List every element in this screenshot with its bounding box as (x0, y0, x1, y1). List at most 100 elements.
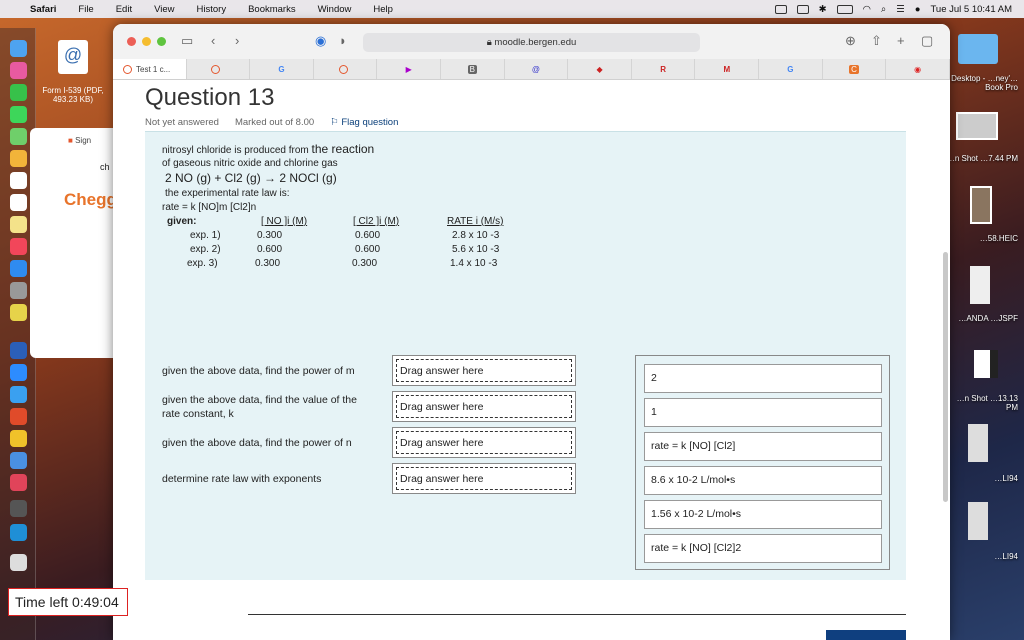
drop-zone-m[interactable]: Drag answer here (392, 355, 576, 386)
share-icon[interactable]: ⇧ (871, 33, 882, 49)
folder-icon[interactable] (958, 34, 998, 64)
tab[interactable]: R (632, 59, 696, 79)
tab[interactable]: C (823, 59, 887, 79)
scrollbar[interactable] (943, 252, 948, 502)
zoom-button[interactable] (157, 37, 166, 46)
status-icon[interactable] (774, 4, 787, 14)
clock[interactable]: Tue Jul 5 10:41 AM (930, 4, 1012, 15)
doc-thumb[interactable] (974, 350, 998, 378)
drop-placeholder: Drag answer here (396, 431, 572, 454)
tab-favicon-icon (211, 64, 221, 74)
flag-question-link[interactable]: ⚐ Flag question (330, 117, 398, 128)
spotlight-icon[interactable]: ⌕ (881, 4, 886, 15)
cl2-value: 0.600 (355, 244, 381, 255)
next-page-button[interactable] (826, 630, 906, 640)
minimize-button[interactable] (142, 37, 151, 46)
m-favicon-icon: M (723, 64, 731, 74)
tab-active[interactable]: Test 1 c... (113, 59, 187, 79)
answer-choice[interactable]: 8.6 x 10-2 L/mol•s (644, 466, 882, 495)
chrome-icon[interactable] (10, 430, 27, 447)
siri-icon[interactable]: ● (915, 4, 921, 15)
control-center-icon[interactable]: ☰ (896, 4, 905, 15)
answer-choice[interactable]: rate = k [NO] [Cl2] (644, 432, 882, 461)
tab[interactable]: G (759, 59, 823, 79)
page-content: Question 13 Not yet answered Marked out … (113, 80, 950, 640)
new-tab-icon[interactable]: + (897, 33, 905, 48)
forward-icon[interactable]: › (235, 33, 239, 48)
messages-icon[interactable] (10, 106, 27, 123)
prompt-m: given the above data, find the power of … (162, 365, 355, 377)
menu-history[interactable]: History (197, 4, 227, 15)
office-icon[interactable] (10, 408, 27, 425)
finder-icon[interactable] (10, 40, 27, 57)
drop-zone-n[interactable]: Drag answer here (392, 427, 576, 458)
settings-icon[interactable] (10, 282, 27, 299)
safari-icon[interactable] (10, 386, 27, 403)
menu-window[interactable]: Window (318, 4, 352, 15)
menu-bookmarks[interactable]: Bookmarks (248, 4, 296, 15)
answer-choice[interactable]: 2 (644, 364, 882, 393)
music-icon[interactable] (10, 238, 27, 255)
menu-help[interactable]: Help (373, 4, 393, 15)
bg-tab-text: ch (100, 162, 110, 172)
photos-icon[interactable] (10, 150, 27, 167)
zoom-icon[interactable] (10, 364, 27, 381)
tab[interactable]: M (695, 59, 760, 79)
exp-label: exp. 3) (187, 258, 218, 269)
facetime-icon[interactable] (10, 84, 27, 101)
tab[interactable]: ◉ (886, 59, 950, 79)
tab[interactable]: B (441, 59, 505, 79)
battery-icon[interactable] (836, 4, 853, 14)
stickies-icon[interactable] (10, 304, 27, 321)
shield-icon[interactable]: ◗ (339, 33, 347, 48)
calendar-icon[interactable] (10, 172, 27, 189)
doc-thumb[interactable] (970, 266, 990, 304)
tab[interactable]: ▶ (377, 59, 442, 79)
drop-zone-rate-law[interactable]: Drag answer here (392, 463, 576, 494)
answer-choice[interactable]: 1 (644, 398, 882, 427)
wifi-icon[interactable]: ◠ (863, 4, 871, 15)
preview-icon[interactable] (10, 524, 27, 541)
maps-icon[interactable] (10, 128, 27, 145)
no-header: [ NO ]i (M) (261, 216, 308, 227)
answer-status: Not yet answered (145, 117, 219, 128)
word-icon[interactable] (10, 342, 27, 359)
photo-thumb[interactable] (970, 186, 992, 224)
bg-tab[interactable]: ■ Sign (68, 136, 91, 145)
download-icon[interactable]: ⊕ (845, 33, 856, 49)
screenshot-thumb[interactable] (956, 112, 998, 140)
doc-thumb[interactable] (968, 424, 988, 462)
desktop-file[interactable]: @ Form I-539 (PDF, 493.23 KB) (38, 40, 108, 104)
tab[interactable]: @ (505, 59, 569, 79)
keynote-icon[interactable] (10, 500, 27, 517)
back-icon[interactable]: ‹ (211, 33, 215, 48)
close-button[interactable] (127, 37, 136, 46)
answer-choice[interactable]: 1.56 x 10-2 L/mol•s (644, 500, 882, 529)
privacy-icon[interactable]: ◉ (315, 33, 326, 49)
menu-file[interactable]: File (78, 4, 93, 15)
keyboard-icon[interactable] (796, 4, 809, 14)
menu-edit[interactable]: Edit (116, 4, 132, 15)
mail-icon[interactable] (10, 452, 27, 469)
tab[interactable]: G (250, 59, 314, 79)
desktop-label: …LI94 (994, 474, 1018, 483)
document-icon[interactable] (10, 554, 27, 571)
address-bar[interactable]: 🔒︎ moodle.bergen.edu (363, 33, 700, 52)
sidebar-icon[interactable]: ▭ (181, 33, 193, 49)
tab-overview-icon[interactable]: ▢ (921, 33, 933, 49)
menu-app-name[interactable]: Safari (30, 4, 56, 15)
bluetooth-icon[interactable]: ✱ (819, 4, 827, 15)
tab[interactable] (187, 59, 251, 79)
appstore-icon[interactable] (10, 260, 27, 277)
drop-zone-k[interactable]: Drag answer here (392, 391, 576, 422)
no-value: 0.300 (257, 230, 283, 241)
reminders-icon[interactable] (10, 194, 27, 211)
answer-choice[interactable]: rate = k [NO] [Cl2]2 (644, 534, 882, 563)
doc-thumb[interactable] (968, 502, 988, 540)
tab[interactable]: ◆ (568, 59, 632, 79)
menu-view[interactable]: View (154, 4, 174, 15)
outlook-icon[interactable] (10, 474, 27, 491)
notes-icon[interactable] (10, 216, 27, 233)
launchpad-icon[interactable] (10, 62, 27, 79)
tab[interactable] (314, 59, 378, 79)
